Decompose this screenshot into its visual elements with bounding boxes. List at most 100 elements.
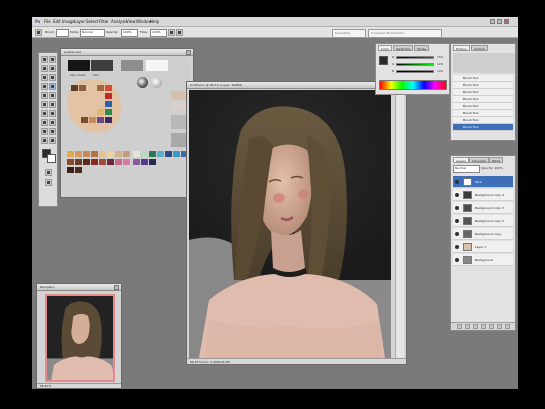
new-group-icon[interactable] xyxy=(489,324,494,329)
marquee-tool-icon[interactable] xyxy=(49,56,56,63)
channel-b-value[interactable]: 100 xyxy=(437,69,443,73)
history-item[interactable]: Brush Tool xyxy=(453,82,513,89)
layer-opacity[interactable]: Opacity: 100% xyxy=(481,166,503,170)
layer-row[interactable]: Background xyxy=(453,254,513,266)
tab-color[interactable]: Color xyxy=(378,45,392,51)
layer-row[interactable]: Layer 1 xyxy=(453,241,513,253)
eye-icon[interactable] xyxy=(455,232,459,236)
navigator-close-icon[interactable] xyxy=(114,285,119,290)
brush-tool-icon[interactable] xyxy=(49,83,56,90)
menu-help[interactable]: Help xyxy=(150,19,159,24)
eye-icon[interactable] xyxy=(455,245,459,249)
pen-tool-icon[interactable] xyxy=(41,119,48,126)
blur-tool-icon[interactable] xyxy=(41,110,48,117)
zoom-tool-icon[interactable] xyxy=(49,137,56,144)
palette-close-icon[interactable] xyxy=(186,50,191,55)
menu-select[interactable]: Select xyxy=(86,19,98,24)
airbrush-icon[interactable] xyxy=(168,29,175,36)
close-icon[interactable] xyxy=(504,19,509,24)
adjustment-layer-icon[interactable] xyxy=(481,324,486,329)
search-bookmarks-field[interactable]: Computer Bookmarks xyxy=(368,29,442,38)
history-item[interactable]: Brush Tool xyxy=(453,103,513,110)
slice-tool-icon[interactable] xyxy=(49,74,56,81)
tab-paths[interactable]: Paths xyxy=(489,157,504,163)
menu-file[interactable]: File xyxy=(44,19,51,24)
shape-tool-icon[interactable] xyxy=(49,128,56,135)
menu-view[interactable]: View xyxy=(126,19,136,24)
painting-canvas[interactable] xyxy=(189,90,391,358)
history-item[interactable]: Brush Tool xyxy=(453,75,513,82)
tab-channels[interactable]: Channels xyxy=(469,157,489,163)
menu-image[interactable]: Image xyxy=(62,19,75,24)
lasso-tool-icon[interactable] xyxy=(41,65,48,72)
layer-style-icon[interactable] xyxy=(465,324,470,329)
history-item[interactable]: Brush Tool xyxy=(453,96,513,103)
history-item[interactable]: Brush Tool xyxy=(453,117,513,124)
new-layer-icon[interactable] xyxy=(497,324,502,329)
color-foreground-swatch[interactable] xyxy=(379,56,388,65)
flow-field[interactable]: 100% xyxy=(150,29,167,37)
screen-mode-icon[interactable] xyxy=(45,179,52,186)
menu-layer[interactable]: Layer xyxy=(74,19,85,24)
channel-r-value[interactable]: 150 xyxy=(437,55,443,59)
dodge-tool-icon[interactable] xyxy=(49,110,56,117)
eye-icon[interactable] xyxy=(455,206,459,210)
brush-tool-preset-icon[interactable] xyxy=(35,29,42,36)
tab-styles[interactable]: Styles xyxy=(414,45,430,51)
delete-layer-icon[interactable] xyxy=(505,324,510,329)
tab-actions[interactable]: Actions xyxy=(471,45,488,51)
navigator-preview[interactable] xyxy=(45,294,115,382)
tab-history[interactable]: History xyxy=(453,45,470,51)
history-snapshot[interactable] xyxy=(453,53,515,73)
document-title[interactable]: Untitled-1 @ 66.7% (Layer, RGB/8) xyxy=(187,82,406,89)
layer-row[interactable]: Background copy 4 xyxy=(453,189,513,201)
eye-icon[interactable] xyxy=(455,180,459,184)
clone-stamp-tool-icon[interactable] xyxy=(41,92,48,99)
type-tool-icon[interactable] xyxy=(49,119,56,126)
opacity-field[interactable]: 100% xyxy=(121,29,138,37)
history-item-current[interactable]: Brush Tool xyxy=(453,124,513,131)
navigator-title[interactable]: Navigator xyxy=(37,284,121,291)
menu-analysis[interactable]: Analysis xyxy=(111,19,127,24)
maximize-icon[interactable] xyxy=(497,19,502,24)
eye-icon[interactable] xyxy=(455,258,459,262)
channel-b-slider[interactable] xyxy=(396,70,434,73)
history-item[interactable]: Brush Tool xyxy=(453,89,513,96)
vertical-scrollbar[interactable] xyxy=(395,90,404,358)
palette-window-title[interactable]: palette.psd xyxy=(61,49,193,56)
magic-wand-tool-icon[interactable] xyxy=(49,65,56,72)
channel-r-slider[interactable] xyxy=(396,56,434,59)
tab-swatches[interactable]: Swatches xyxy=(393,45,414,51)
eye-icon[interactable] xyxy=(455,219,459,223)
gradient-tool-icon[interactable] xyxy=(49,101,56,108)
layer-row[interactable]: Background copy 2 xyxy=(453,215,513,227)
layer-row[interactable]: Face xyxy=(453,176,513,188)
path-selection-tool-icon[interactable] xyxy=(41,128,48,135)
layer-blend-mode-select[interactable]: Normal xyxy=(453,165,480,173)
move-tool-icon[interactable] xyxy=(41,56,48,63)
eraser-tool-icon[interactable] xyxy=(41,101,48,108)
link-layers-icon[interactable] xyxy=(457,324,462,329)
layer-row[interactable]: Background copy xyxy=(453,228,513,240)
minimize-icon[interactable] xyxy=(490,19,495,24)
background-color-swatch[interactable] xyxy=(47,154,56,163)
layer-row[interactable]: Background copy 3 xyxy=(453,202,513,214)
channel-g-value[interactable]: 120 xyxy=(437,62,443,66)
eye-icon[interactable] xyxy=(455,193,459,197)
healing-brush-tool-icon[interactable] xyxy=(41,83,48,90)
quick-mask-icon[interactable] xyxy=(45,169,52,176)
history-item[interactable]: Brush Tool xyxy=(453,110,513,117)
workspace-switcher[interactable]: Essentials xyxy=(332,29,366,38)
tablet-pressure-icon[interactable] xyxy=(176,29,183,36)
layer-mask-icon[interactable] xyxy=(473,324,478,329)
mode-select[interactable]: Normal xyxy=(80,29,105,37)
brush-picker[interactable] xyxy=(56,29,69,37)
channel-g-slider[interactable] xyxy=(396,63,434,66)
history-brush-tool-icon[interactable] xyxy=(49,92,56,99)
tab-layers[interactable]: Layers xyxy=(453,157,469,163)
color-spectrum-bar[interactable] xyxy=(379,80,447,90)
menu-filter[interactable]: Filter xyxy=(99,19,109,24)
crop-tool-icon[interactable] xyxy=(41,74,48,81)
menu-edit[interactable]: Edit xyxy=(53,19,61,24)
hand-tool-icon[interactable] xyxy=(41,137,48,144)
